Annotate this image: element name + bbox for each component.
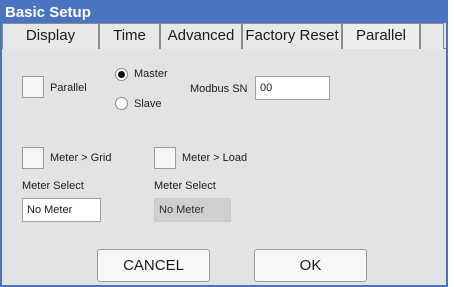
basic-setup-window: Basic Setup Display Time Advanced Factor…: [0, 0, 448, 287]
tab-bar: Display Time Advanced Factory Reset Para…: [2, 23, 446, 49]
cancel-button[interactable]: CANCEL: [97, 249, 210, 282]
tab-overflow: [420, 23, 444, 49]
parallel-checkbox[interactable]: [22, 76, 44, 98]
master-radio[interactable]: [115, 68, 128, 81]
load-meter-select-label: Meter Select: [154, 180, 216, 192]
grid-meter-select[interactable]: No Meter: [22, 198, 101, 222]
master-label: Master: [134, 68, 168, 80]
window-title: Basic Setup: [2, 2, 446, 23]
tab-time[interactable]: Time: [99, 23, 160, 49]
slave-label: Slave: [134, 98, 162, 110]
meter-grid-label: Meter > Grid: [50, 152, 112, 164]
modbus-sn-label: Modbus SN: [190, 83, 248, 95]
meter-grid-checkbox[interactable]: [22, 147, 44, 169]
tab-factory-reset[interactable]: Factory Reset: [242, 23, 342, 49]
modbus-sn-input[interactable]: 00: [255, 76, 330, 100]
ok-button[interactable]: OK: [254, 249, 367, 282]
load-meter-select[interactable]: No Meter: [154, 198, 231, 222]
parallel-label: Parallel: [50, 82, 87, 94]
slave-radio[interactable]: [115, 97, 128, 110]
meter-load-checkbox[interactable]: [154, 147, 176, 169]
tab-parallel[interactable]: Parallel: [342, 23, 420, 49]
tab-advanced[interactable]: Advanced: [160, 23, 242, 49]
grid-meter-select-label: Meter Select: [22, 180, 84, 192]
meter-load-label: Meter > Load: [182, 152, 248, 164]
tab-display[interactable]: Display: [2, 23, 99, 49]
